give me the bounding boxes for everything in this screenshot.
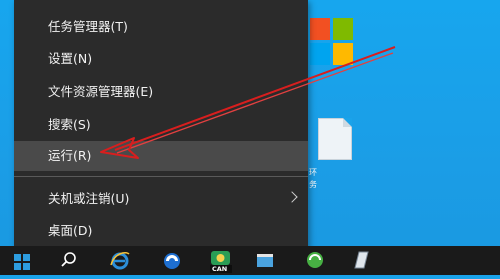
app-window-icon[interactable] (254, 246, 276, 275)
taskbar: CAN (0, 246, 500, 275)
can-badge-label: CAN (212, 265, 228, 273)
red-arrow-icon (100, 46, 396, 159)
browser-icon[interactable] (160, 246, 184, 275)
windows-start-icon[interactable] (12, 246, 34, 275)
can-app-icon[interactable]: CAN (208, 246, 234, 275)
document-app-icon[interactable] (350, 246, 372, 275)
internet-explorer-icon[interactable] (108, 246, 132, 275)
annotation-arrow (100, 46, 396, 159)
search-icon[interactable] (58, 246, 82, 275)
green-circle-app-icon[interactable] (304, 246, 326, 275)
